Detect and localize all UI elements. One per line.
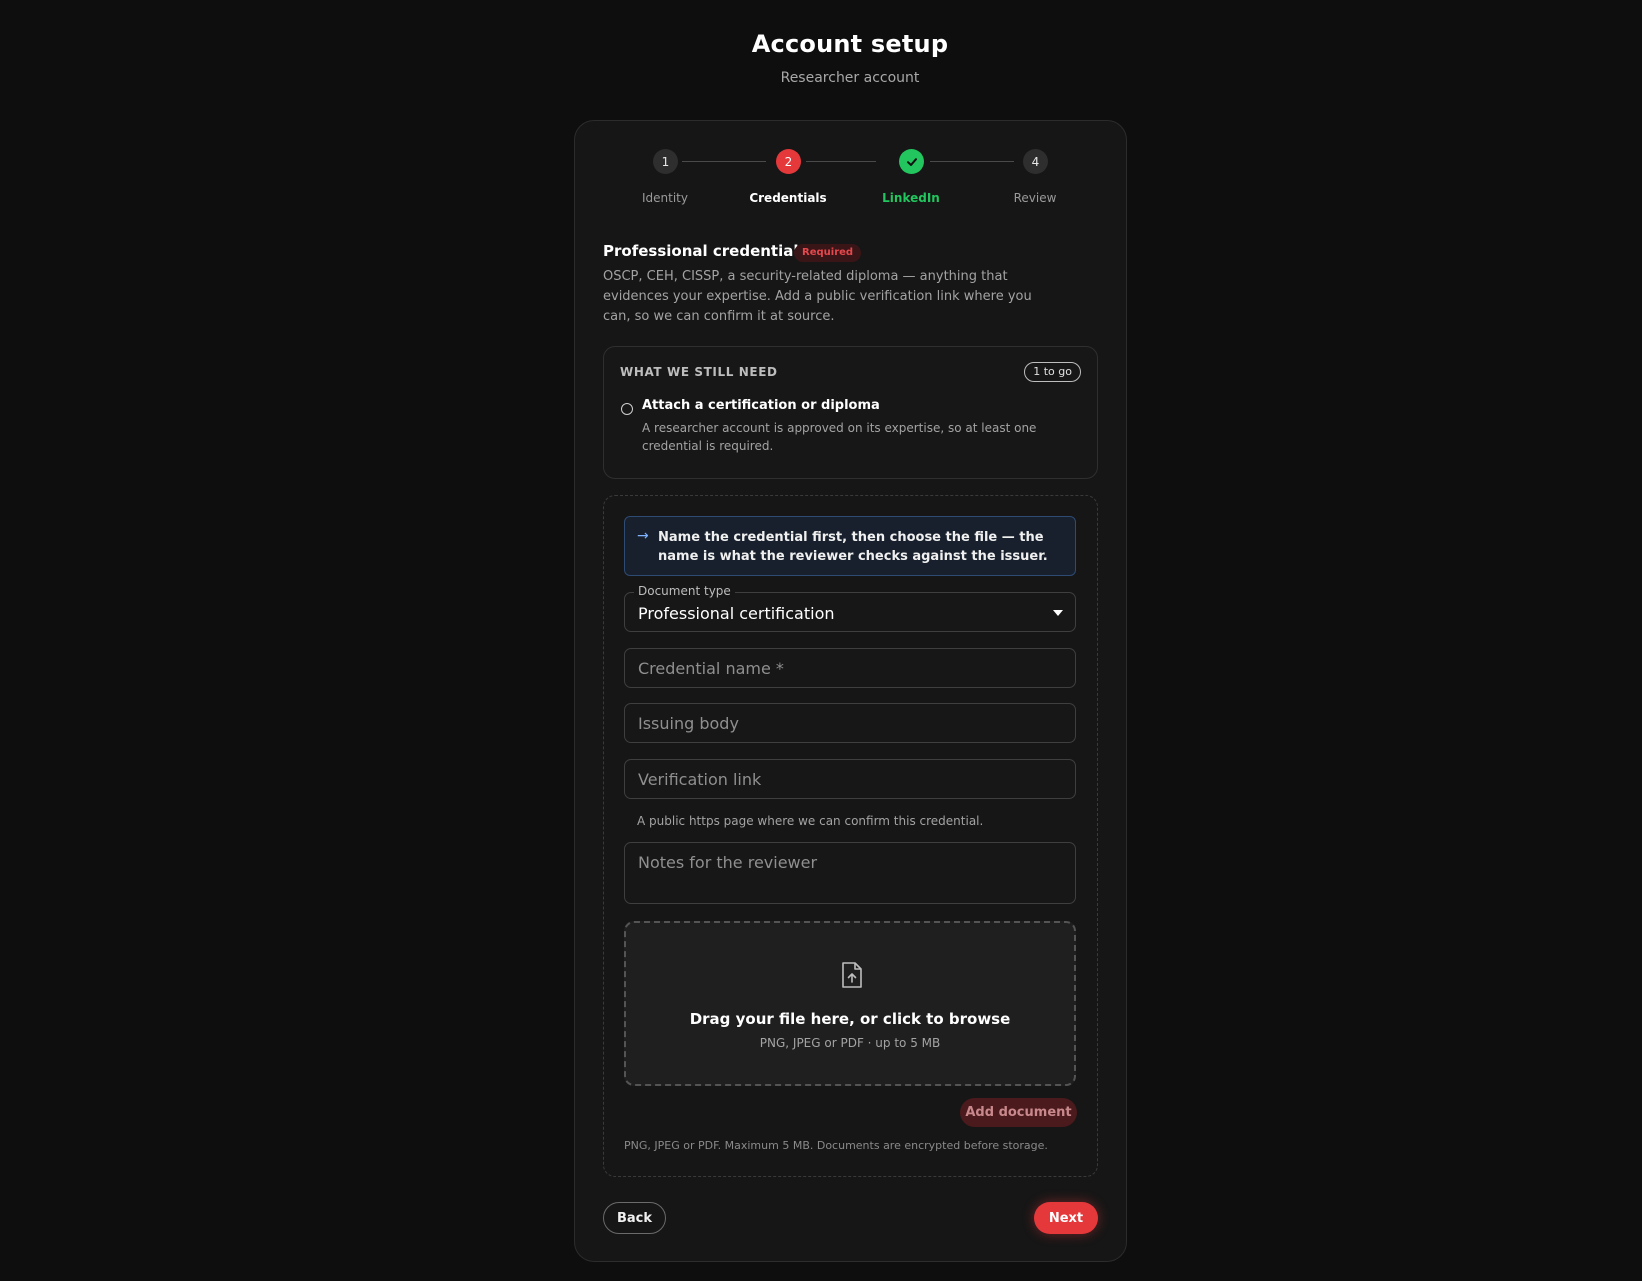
stepper: 1 2 4 Identity Credentials LinkedIn Revi… bbox=[575, 121, 1128, 221]
add-document-button[interactable]: Add document bbox=[960, 1098, 1077, 1127]
credential-name-input[interactable]: Credential name * bbox=[624, 648, 1076, 688]
file-dropzone[interactable]: Drag your file here, or click to browse … bbox=[624, 921, 1076, 1086]
credential-upload-form: → Name the credential first, then choose… bbox=[603, 495, 1098, 1177]
step-connector bbox=[806, 161, 876, 162]
document-type-select[interactable]: Document type Professional certification bbox=[624, 584, 1076, 632]
dropzone-title: Drag your file here, or click to browse bbox=[689, 1010, 1011, 1028]
issuing-body-input[interactable]: Issuing body bbox=[624, 703, 1076, 743]
document-type-value: Professional certification bbox=[638, 604, 835, 623]
section-description: OSCP, CEH, CISSP, a security-related dip… bbox=[603, 269, 1032, 324]
step-1-indicator[interactable]: 1 bbox=[653, 149, 678, 174]
step-3-indicator[interactable] bbox=[899, 149, 924, 174]
issuing-body-placeholder: Issuing body bbox=[638, 714, 739, 733]
required-badge: Required bbox=[794, 244, 862, 262]
step-number: 2 bbox=[784, 154, 793, 169]
verification-link-input[interactable]: Verification link bbox=[624, 759, 1076, 799]
file-upload-icon bbox=[842, 962, 862, 988]
requirement-status-indicator bbox=[621, 403, 633, 415]
hint-text: Name the credential first, then choose t… bbox=[658, 530, 1048, 564]
requirements-panel: WHAT WE STILL NEED 1 to go Attach a cert… bbox=[603, 346, 1098, 479]
reviewer-notes-placeholder: Notes for the reviewer bbox=[638, 853, 818, 872]
step-label-review: Review bbox=[1013, 191, 1057, 205]
step-4-indicator[interactable]: 4 bbox=[1023, 149, 1048, 174]
step-number: 4 bbox=[1031, 154, 1040, 169]
requirements-heading: WHAT WE STILL NEED bbox=[620, 365, 778, 379]
reviewer-notes-textarea[interactable]: Notes for the reviewer bbox=[624, 842, 1076, 904]
verification-link-helper: A public https page where we can confirm… bbox=[637, 814, 984, 828]
step-2-indicator[interactable]: 2 bbox=[776, 149, 801, 174]
back-button[interactable]: Back bbox=[603, 1202, 666, 1234]
next-button[interactable]: Next bbox=[1034, 1202, 1098, 1234]
setup-card: 1 2 4 Identity Credentials LinkedIn Revi… bbox=[574, 120, 1127, 1262]
credential-name-placeholder: Credential name * bbox=[638, 659, 784, 678]
step-label-linkedin: LinkedIn bbox=[882, 191, 940, 205]
check-icon bbox=[906, 157, 917, 166]
page-title: Account setup bbox=[751, 30, 949, 58]
step-number: 1 bbox=[661, 154, 670, 169]
step-label-identity: Identity bbox=[642, 191, 688, 205]
upload-footnote: PNG, JPEG or PDF. Maximum 5 MB. Document… bbox=[624, 1139, 1048, 1152]
dropzone-subtitle: PNG, JPEG or PDF · up to 5 MB bbox=[759, 1036, 941, 1050]
remaining-count-badge: 1 to go bbox=[1024, 362, 1081, 382]
arrow-right-icon: → bbox=[637, 528, 649, 544]
step-connector bbox=[930, 161, 1014, 162]
section-title: Professional credentials bbox=[603, 242, 808, 260]
next-button-label: Next bbox=[1048, 1210, 1084, 1226]
requirement-description: A researcher account is approved on its … bbox=[642, 421, 1037, 453]
step-connector bbox=[682, 161, 766, 162]
back-button-label: Back bbox=[616, 1210, 653, 1226]
hint-banner: → Name the credential first, then choose… bbox=[624, 516, 1076, 576]
verification-link-placeholder: Verification link bbox=[638, 770, 762, 789]
page-subtitle: Researcher account bbox=[780, 70, 920, 86]
requirement-title: Attach a certification or diploma bbox=[642, 398, 880, 413]
add-document-label: Add document bbox=[965, 1105, 1072, 1120]
document-type-legend: Document type bbox=[634, 584, 735, 598]
step-label-credentials: Credentials bbox=[749, 191, 827, 205]
caret-down-icon bbox=[1053, 610, 1063, 616]
